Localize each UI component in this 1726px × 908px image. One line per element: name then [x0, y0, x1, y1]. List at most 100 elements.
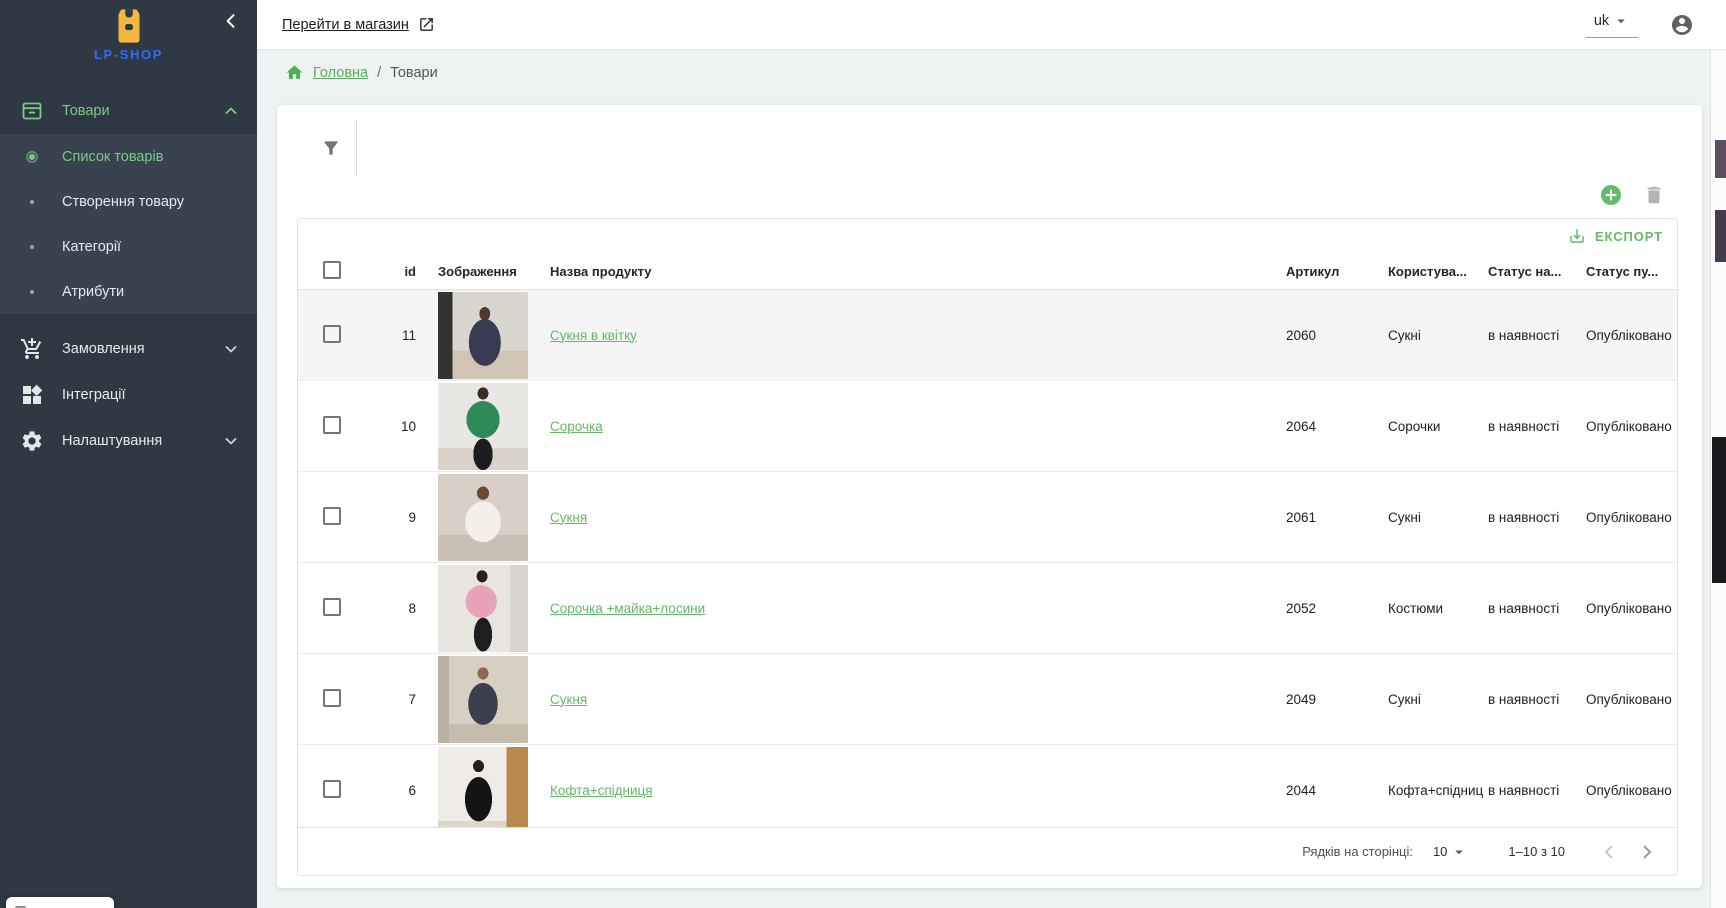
status-tooltip — [6, 897, 114, 908]
sidebar-item-label: Замовлення — [62, 341, 221, 357]
product-photo[interactable] — [438, 656, 528, 743]
row-stock-status: в наявності — [1488, 419, 1586, 434]
table-toolbar: ЕКСПОРТ — [298, 219, 1677, 253]
sidebar-item-products[interactable]: Товари — [0, 88, 257, 134]
sidebar-subitem-label: Атрибути — [62, 284, 124, 300]
product-name-link[interactable]: Сукня — [550, 510, 587, 525]
rows-per-page-select[interactable]: 10 — [1433, 843, 1468, 861]
chevron-down-icon — [221, 431, 241, 451]
row-category: Кофта+спідниц — [1388, 783, 1488, 798]
sidebar-item-create-product[interactable]: Створення товару — [0, 179, 257, 224]
sidebar-item-label: Інтеграції — [62, 387, 241, 403]
table-row: 7 Сукня 2049 Сукні в наявності Опубліков… — [298, 654, 1677, 745]
row-publish-status: Опубліковано — [1586, 328, 1677, 343]
topbar: Перейти в магазин uk — [257, 0, 1726, 50]
product-photo[interactable] — [438, 565, 528, 652]
sidebar-item-product-list[interactable]: Список товарів — [0, 134, 257, 179]
products-panel: ЕКСПОРТ id Зображення Назва продукту Арт… — [277, 105, 1702, 888]
sidebar-item-categories[interactable]: Категорії — [0, 224, 257, 269]
row-checkbox[interactable] — [323, 416, 341, 434]
sidebar-collapse-icon[interactable] — [221, 11, 241, 31]
row-category: Сукні — [1388, 510, 1488, 525]
sidebar-item-integrations[interactable]: Інтеграції — [0, 372, 257, 418]
bullet-dot-icon — [20, 245, 44, 249]
row-publish-status: Опубліковано — [1586, 419, 1677, 434]
previous-page-button[interactable] — [1597, 840, 1621, 864]
sidebar-item-attributes[interactable]: Атрибути — [0, 269, 257, 314]
radio-checked-icon — [20, 151, 44, 163]
column-header-id: id — [358, 264, 416, 279]
row-checkbox[interactable] — [323, 507, 341, 525]
table-row: 10 Сорочка 2064 Сорочки в наявності Опуб… — [298, 381, 1677, 472]
product-photo[interactable] — [438, 383, 528, 470]
account-circle-icon[interactable] — [1670, 13, 1694, 37]
integrations-widgets-icon — [20, 383, 44, 407]
product-name-link[interactable]: Сорочка +майка+лосини — [550, 601, 705, 616]
row-sku: 2044 — [1286, 783, 1388, 798]
go-to-shop-link[interactable]: Перейти в магазин — [282, 16, 435, 33]
delete-selected-button[interactable] — [1643, 184, 1665, 206]
sidebar-item-settings[interactable]: Налаштування — [0, 418, 257, 464]
edge-image-sliver — [1715, 210, 1726, 262]
row-checkbox[interactable] — [323, 689, 341, 707]
row-checkbox[interactable] — [323, 598, 341, 616]
sidebar-item-orders[interactable]: Замовлення — [0, 326, 257, 372]
sidebar-item-label: Товари — [62, 103, 221, 119]
row-stock-status: в наявності — [1488, 510, 1586, 525]
bullet-dot-icon — [20, 290, 44, 294]
table-body: 11 Сукня в квітку 2060 Сукні в наявності… — [298, 290, 1677, 829]
row-sku: 2060 — [1286, 328, 1388, 343]
language-select[interactable]: uk — [1586, 12, 1638, 38]
orders-cart-plus-icon — [20, 337, 44, 361]
product-name-link[interactable]: Сукня — [550, 692, 587, 707]
sidebar-item-label: Налаштування — [62, 433, 221, 449]
rows-per-page-label: Рядків на сторінці: — [1302, 844, 1413, 859]
row-id: 11 — [358, 328, 416, 343]
table-row: 6 Кофта+спідниця 2044 Кофта+спідниц в на… — [298, 745, 1677, 829]
breadcrumb-separator: / — [377, 65, 381, 81]
row-category: Костюми — [1388, 601, 1488, 616]
go-to-shop-label: Перейти в магазин — [282, 17, 409, 33]
export-download-icon — [1568, 227, 1586, 245]
row-id: 8 — [358, 601, 416, 616]
row-stock-status: в наявності — [1488, 783, 1586, 798]
row-sku: 2049 — [1286, 692, 1388, 707]
table-row: 9 Сукня 2061 Сукні в наявності Опубліков… — [298, 472, 1677, 563]
product-photo[interactable] — [438, 292, 528, 379]
row-id: 6 — [358, 783, 416, 798]
product-name-link[interactable]: Сорочка — [550, 419, 603, 434]
shop-bag-logo-icon — [112, 8, 146, 44]
row-category: Сукні — [1388, 328, 1488, 343]
table-pagination: Рядків на сторінці: 10 1–10 з 10 — [298, 827, 1677, 875]
table-row: 11 Сукня в квітку 2060 Сукні в наявності… — [298, 290, 1677, 381]
row-sku: 2064 — [1286, 419, 1388, 434]
product-name-link[interactable]: Кофта+спідниця — [550, 783, 653, 798]
sidebar-subitem-label: Створення товару — [62, 194, 184, 210]
bullet-dot-icon — [20, 200, 44, 204]
product-photo[interactable] — [438, 474, 528, 561]
next-page-button[interactable] — [1635, 840, 1659, 864]
window-edge-strip — [1710, 50, 1726, 908]
breadcrumb-home-link[interactable]: Головна — [313, 65, 368, 81]
row-category: Сорочки — [1388, 419, 1488, 434]
add-product-button[interactable] — [1599, 183, 1623, 207]
row-publish-status: Опубліковано — [1586, 510, 1677, 525]
pagination-range: 1–10 з 10 — [1508, 844, 1565, 859]
admin-app: LP-SHOP Товари Список товарів — [0, 0, 1726, 908]
export-button[interactable]: ЕКСПОРТ — [1568, 227, 1663, 245]
row-checkbox[interactable] — [323, 780, 341, 798]
edge-image-sliver — [1712, 437, 1726, 583]
filter-funnel-icon[interactable] — [321, 138, 341, 158]
row-checkbox[interactable] — [323, 325, 341, 343]
products-submenu: Список товарів Створення товару Категорі… — [0, 134, 257, 314]
select-all-checkbox[interactable] — [323, 261, 341, 279]
row-id: 10 — [358, 419, 416, 434]
product-photo[interactable] — [438, 747, 528, 830]
rows-per-page-value: 10 — [1433, 844, 1447, 859]
logo-text: LP-SHOP — [0, 47, 257, 62]
caret-down-icon — [1612, 12, 1630, 30]
products-table: ЕКСПОРТ id Зображення Назва продукту Арт… — [297, 218, 1678, 876]
row-category: Сукні — [1388, 692, 1488, 707]
product-name-link[interactable]: Сукня в квітку — [550, 328, 637, 343]
row-stock-status: в наявності — [1488, 601, 1586, 616]
